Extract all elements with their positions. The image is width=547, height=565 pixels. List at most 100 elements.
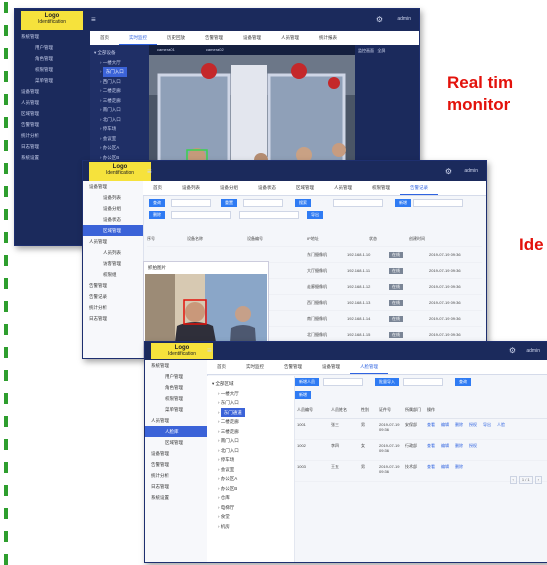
sidebar-item[interactable]: 用户管理 <box>15 42 90 53</box>
action-link[interactable]: 查看 <box>427 464 435 469</box>
sidebar-item[interactable]: 统计分析 <box>83 302 143 313</box>
sidebar-item[interactable]: 日志管理 <box>15 141 90 152</box>
action-link[interactable]: 导出 <box>483 422 491 427</box>
tree-node[interactable]: › 二楼走廊 <box>94 86 152 96</box>
user-name[interactable]: admin <box>464 168 478 174</box>
tree-node[interactable]: › 一楼大厅 <box>212 389 294 399</box>
action-link[interactable]: 授权 <box>469 443 477 448</box>
sidebar-item[interactable]: 系统管理 <box>15 31 90 42</box>
tree-node[interactable]: › 北门入口 <box>94 115 152 125</box>
tab-item[interactable]: 首页 <box>90 31 119 44</box>
action-link[interactable]: 查看 <box>427 443 435 448</box>
gear-icon[interactable]: ⚙ <box>445 167 452 176</box>
sidebar-item[interactable]: 用户管理 <box>145 371 207 382</box>
sidebar-item[interactable]: 区域管理 <box>83 225 143 236</box>
tab-item[interactable]: 历史回放 <box>157 31 195 44</box>
sidebar-item[interactable]: 日志管理 <box>83 313 143 324</box>
tree-node[interactable]: › 三楼走廊 <box>94 96 152 106</box>
sidebar-item[interactable]: 设备管理 <box>15 86 90 97</box>
menu-icon[interactable]: ≡ <box>147 167 152 176</box>
reset-button[interactable]: 重置 <box>221 199 237 207</box>
sidebar-item[interactable]: 设备状态 <box>83 214 143 225</box>
tab-item[interactable]: 统计报表 <box>309 31 347 44</box>
tree-node[interactable]: › 二楼走廊 <box>212 417 294 427</box>
sidebar-item[interactable]: 人员管理 <box>15 97 90 108</box>
tab-item[interactable]: 设备状态 <box>248 181 286 194</box>
tree-node[interactable]: › 停车场 <box>94 124 152 134</box>
action-link[interactable]: 授权 <box>469 422 477 427</box>
sidebar-item[interactable]: 人员管理 <box>83 236 143 247</box>
filter-input-2[interactable] <box>243 199 283 207</box>
tree-node[interactable]: › 食堂 <box>212 512 294 522</box>
delete-button[interactable]: 删除 <box>149 211 165 219</box>
sidebar-item[interactable]: 系统管理 <box>145 360 207 371</box>
sidebar-item[interactable]: 角色管理 <box>15 53 90 64</box>
tree-node[interactable]: ▾ 全部设备 <box>94 48 152 58</box>
tab-item[interactable]: 区域管理 <box>286 181 324 194</box>
add-person-button[interactable]: 新增人员 <box>295 378 319 386</box>
date-end-input[interactable] <box>239 211 299 219</box>
action-link[interactable]: 人脸 <box>497 422 505 427</box>
tab-item[interactable]: 人脸管理 <box>350 360 388 374</box>
sidebar-item[interactable]: 告警记录 <box>83 291 143 302</box>
menu-icon[interactable]: ≡ <box>91 15 96 24</box>
next-page-button[interactable]: › <box>534 476 542 484</box>
tab-item[interactable]: 设备分组 <box>210 181 248 194</box>
tab-item[interactable]: 设备管理 <box>233 31 271 44</box>
tree-node[interactable]: ▾ 全部区域 <box>212 379 294 389</box>
sidebar-item[interactable]: 权限组 <box>83 269 143 280</box>
tab-item[interactable]: 首页 <box>143 181 172 194</box>
tree-node[interactable]: › 电梯厅 <box>212 503 294 513</box>
sidebar-item[interactable]: 人脸库 <box>145 426 207 437</box>
tab-item[interactable]: 告警管理 <box>274 360 312 373</box>
filter-input-4[interactable] <box>413 199 463 207</box>
action-link[interactable]: 删除 <box>455 443 463 448</box>
sidebar-item[interactable]: 告警管理 <box>145 459 207 470</box>
tree-node[interactable]: › 仓库 <box>212 493 294 503</box>
sidebar-item[interactable]: 权限管理 <box>145 393 207 404</box>
new-button[interactable]: 新增 <box>295 391 311 399</box>
tree-node[interactable]: › 会议室 <box>212 465 294 475</box>
sidebar-item[interactable]: 系统设置 <box>15 152 90 163</box>
sidebar-item[interactable]: 设备列表 <box>83 192 143 203</box>
action-link[interactable]: 编辑 <box>441 422 449 427</box>
tree-node[interactable]: › 三楼走廊 <box>212 427 294 437</box>
tab-item[interactable]: 首页 <box>207 360 236 373</box>
gear-icon[interactable]: ⚙ <box>376 15 383 24</box>
tab-item[interactable]: 权限管理 <box>362 181 400 194</box>
tab-item[interactable]: 人员管理 <box>324 181 362 194</box>
filter-input-1[interactable] <box>171 199 211 207</box>
tree-node[interactable]: › 北门入口 <box>212 446 294 456</box>
sidebar-item[interactable]: 人员管理 <box>145 415 207 426</box>
tree-node[interactable]: › 停车场 <box>212 455 294 465</box>
action-link[interactable]: 删除 <box>455 422 463 427</box>
sidebar-item[interactable]: 统计分析 <box>15 130 90 141</box>
tab-item[interactable]: 人员管理 <box>271 31 309 44</box>
user-name[interactable]: admin <box>397 16 411 22</box>
sidebar-item[interactable]: 访客管理 <box>83 258 143 269</box>
sidebar-item[interactable]: 告警管理 <box>15 119 90 130</box>
sidebar-item[interactable]: 角色管理 <box>145 382 207 393</box>
tree-node[interactable]: › 东门通道 <box>212 407 294 417</box>
fullscreen-button[interactable]: 全屏 <box>377 48 385 53</box>
menu-icon[interactable]: ≡ <box>207 346 212 355</box>
tab-item[interactable]: 实时监控 <box>119 31 157 45</box>
date-start-input[interactable] <box>171 211 231 219</box>
user-name[interactable]: admin <box>526 348 540 354</box>
tab-item[interactable]: 设备管理 <box>312 360 350 373</box>
name-input[interactable] <box>323 378 363 386</box>
id-input[interactable] <box>403 378 443 386</box>
tree-node[interactable]: › 南门入口 <box>212 436 294 446</box>
tab-item[interactable]: 告警记录 <box>400 181 438 195</box>
sidebar-item[interactable]: 告警管理 <box>83 280 143 291</box>
sidebar-item[interactable]: 菜单管理 <box>15 75 90 86</box>
export-button[interactable]: 导出 <box>307 211 323 219</box>
query-button[interactable]: 查询 <box>149 199 165 207</box>
action-link[interactable]: 查看 <box>427 422 435 427</box>
filter-input-3[interactable] <box>333 199 383 207</box>
action-link[interactable]: 编辑 <box>441 443 449 448</box>
sidebar-item[interactable]: 设备管理 <box>83 181 143 192</box>
sidebar-item[interactable]: 系统设置 <box>145 492 207 503</box>
sidebar-item[interactable]: 人员列表 <box>83 247 143 258</box>
sidebar-item[interactable]: 权限管理 <box>15 64 90 75</box>
